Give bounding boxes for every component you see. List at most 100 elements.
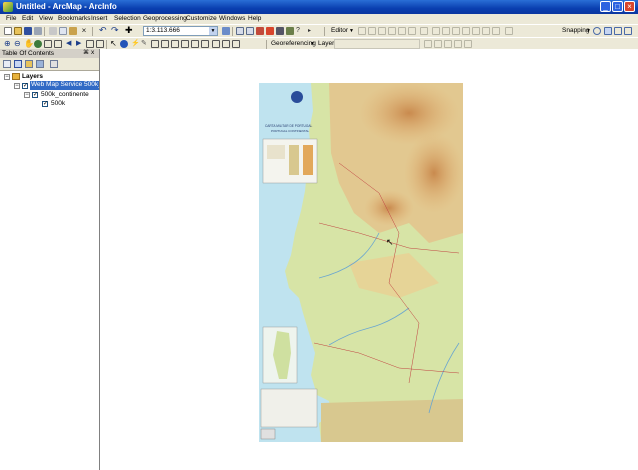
toolbar-options-icon[interactable]: ▸ (308, 27, 316, 35)
edit-annotation-icon[interactable] (368, 27, 376, 35)
add-data-icon[interactable]: ✚ (125, 26, 133, 35)
create-viewer-window-icon[interactable] (201, 40, 209, 48)
toc-layers-root[interactable]: Layers (22, 73, 43, 80)
chevron-down-icon[interactable]: ▼ (209, 27, 217, 35)
save-icon[interactable] (24, 27, 32, 35)
undo-icon[interactable]: ↶ (99, 26, 107, 35)
list-by-source-icon[interactable] (14, 60, 22, 68)
swipe-icon[interactable] (212, 40, 220, 48)
flicker-icon[interactable] (232, 40, 240, 48)
toc-layer-500k[interactable]: 500k (51, 100, 65, 107)
visibility-checkbox[interactable]: ✓ (22, 83, 28, 89)
chevron-down-icon[interactable]: ▼ (586, 28, 591, 34)
go-back-icon[interactable]: ◀ (66, 40, 74, 48)
effects-icon[interactable] (222, 40, 230, 48)
split-icon[interactable] (452, 27, 460, 35)
zoom-out-icon[interactable]: ⊖ (14, 40, 22, 48)
fixed-zoom-in-icon[interactable] (44, 40, 52, 48)
collapse-icon[interactable]: − (24, 92, 30, 98)
cut-icon[interactable] (49, 27, 57, 35)
menu-help[interactable]: Help (248, 15, 261, 22)
select-elements-icon[interactable]: ↖ (110, 40, 118, 48)
visibility-checkbox[interactable]: ✓ (32, 92, 38, 98)
table-of-contents-icon[interactable] (236, 27, 244, 35)
find-route-icon[interactable] (171, 40, 179, 48)
collapse-icon[interactable]: − (14, 83, 20, 89)
pin-icon[interactable]: ⌘ (83, 49, 89, 56)
minimize-button[interactable]: _ (600, 1, 611, 12)
trace-icon[interactable] (398, 27, 406, 35)
collapse-icon[interactable]: − (4, 74, 10, 80)
editor-toolbar-icon[interactable] (222, 27, 230, 35)
menu-customize[interactable]: Customize (186, 15, 217, 22)
copy-icon[interactable] (59, 27, 67, 35)
end-snapping-icon[interactable] (604, 27, 612, 35)
menu-edit[interactable]: Edit (22, 15, 33, 22)
point-snapping-icon[interactable] (593, 27, 601, 35)
menu-file[interactable]: File (6, 15, 16, 22)
point-icon[interactable] (408, 27, 416, 35)
close-icon[interactable]: x (91, 49, 94, 56)
rotate-georef-icon[interactable] (424, 40, 432, 48)
straight-segment-icon[interactable] (378, 27, 386, 35)
list-by-visibility-icon[interactable] (25, 60, 33, 68)
reshape-icon[interactable] (432, 27, 440, 35)
map-view[interactable]: CARTA MILITAR DE PORTUGAL PORTUGAL CONTI… (100, 49, 638, 470)
toc-layer-wms-service[interactable]: Web Map Service 500k_co (30, 81, 99, 90)
editor-options-icon[interactable] (505, 27, 513, 35)
viewer-icon[interactable] (464, 40, 472, 48)
whats-this-icon[interactable]: ? (296, 27, 304, 35)
menu-bookmarks[interactable]: Bookmarks (58, 15, 91, 22)
add-control-points-icon[interactable] (444, 40, 452, 48)
fixed-zoom-out-icon[interactable] (54, 40, 62, 48)
html-popup-icon[interactable]: ✎ (141, 40, 149, 48)
end-point-arc-icon[interactable] (388, 27, 396, 35)
identify-icon[interactable] (120, 40, 128, 48)
edit-vertices-icon[interactable] (420, 27, 428, 35)
measure-icon[interactable] (151, 40, 159, 48)
menu-selection[interactable]: Selection (114, 15, 141, 22)
clear-selection-icon[interactable] (96, 40, 104, 48)
chevron-down-icon[interactable]: ▼ (349, 28, 354, 34)
delete-icon[interactable]: × (80, 27, 88, 35)
time-slider-icon[interactable] (191, 40, 199, 48)
georef-layer-combo[interactable] (334, 39, 420, 49)
full-extent-icon[interactable] (34, 40, 42, 48)
create-features-icon[interactable] (492, 27, 500, 35)
vertex-snapping-icon[interactable] (614, 27, 622, 35)
go-to-xy-icon[interactable] (181, 40, 189, 48)
cut-polygons-icon[interactable] (442, 27, 450, 35)
open-folder-icon[interactable] (14, 27, 22, 35)
list-by-drawing-order-icon[interactable] (3, 60, 11, 68)
go-forward-icon[interactable]: ▶ (76, 40, 84, 48)
editor-menu-button[interactable]: Editor (331, 27, 348, 34)
attributes-icon[interactable] (472, 27, 480, 35)
hyperlink-icon[interactable]: ⚡ (131, 40, 140, 48)
chevron-down-icon[interactable]: ▼ (310, 41, 315, 47)
shift-georef-icon[interactable] (434, 40, 442, 48)
pan-icon[interactable]: ✋ (24, 40, 34, 48)
view-link-table-icon[interactable] (454, 40, 462, 48)
modelbuilder-icon[interactable] (286, 27, 294, 35)
visibility-checkbox[interactable]: ✓ (42, 101, 48, 107)
python-icon[interactable] (276, 27, 284, 35)
edit-tool-icon[interactable] (358, 27, 366, 35)
find-icon[interactable] (161, 40, 169, 48)
menu-windows[interactable]: Windows (219, 15, 245, 22)
redo-icon[interactable]: ↷ (111, 26, 119, 35)
map-scale-combo[interactable]: 1:3.113.666 ▼ (143, 26, 218, 36)
edge-snapping-icon[interactable] (624, 27, 632, 35)
new-document-icon[interactable] (4, 27, 12, 35)
menu-view[interactable]: View (39, 15, 53, 22)
rotate-icon[interactable] (462, 27, 470, 35)
maximize-button[interactable]: □ (612, 1, 623, 12)
select-by-rectangle-icon[interactable] (86, 40, 94, 48)
toc-layer-500k-continente[interactable]: 500k_continente (41, 91, 89, 98)
print-icon[interactable] (34, 27, 42, 35)
menu-insert[interactable]: Insert (91, 15, 107, 22)
paste-icon[interactable] (69, 27, 77, 35)
zoom-in-icon[interactable]: ⊕ (4, 40, 12, 48)
list-by-selection-icon[interactable] (36, 60, 44, 68)
catalog-icon[interactable] (246, 27, 254, 35)
menu-geoprocessing[interactable]: Geoprocessing (143, 15, 187, 22)
